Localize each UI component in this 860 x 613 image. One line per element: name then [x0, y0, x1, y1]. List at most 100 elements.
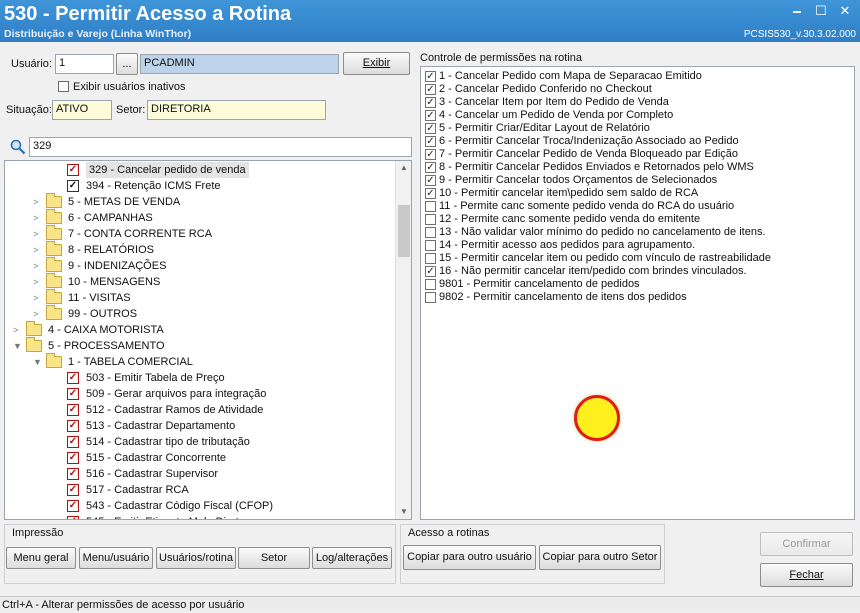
- folder-icon: [46, 289, 62, 304]
- tree-checkbox[interactable]: ✓: [67, 468, 79, 480]
- tree-item[interactable]: ✓ 513 - Cadastrar Departamento: [65, 418, 397, 434]
- fechar-button[interactable]: Fechar: [760, 563, 853, 587]
- expand-right-icon[interactable]: >: [33, 274, 43, 290]
- tree-item-label: 10 - MENSAGENS: [68, 276, 161, 288]
- tree-checkbox[interactable]: ✓: [67, 388, 79, 400]
- exibir-inativos-checkbox[interactable]: [58, 81, 69, 92]
- tree-checkbox[interactable]: ✓: [67, 500, 79, 512]
- tree-checkbox[interactable]: ✓: [67, 436, 79, 448]
- expand-right-icon[interactable]: >: [33, 194, 43, 210]
- copiar-setor-button[interactable]: Copiar para outro Setor: [539, 545, 661, 570]
- folder-icon: [46, 193, 62, 208]
- permission-checkbox[interactable]: ✓: [425, 84, 436, 95]
- tree-item[interactable]: ✓ 503 - Emitir Tabela de Preço: [65, 370, 397, 386]
- expand-right-icon[interactable]: >: [33, 226, 43, 242]
- minimize-icon[interactable]: 🗕: [786, 2, 808, 20]
- scroll-up-icon[interactable]: ▲: [396, 161, 411, 175]
- close-icon[interactable]: ✕: [834, 2, 856, 20]
- permission-checkbox[interactable]: ✓: [425, 162, 436, 173]
- menu-geral-button[interactable]: Menu geral: [6, 547, 76, 569]
- permission-checkbox[interactable]: [425, 240, 436, 251]
- tree-item[interactable]: ✓ 509 - Gerar arquivos para integração: [65, 386, 397, 402]
- status-bar: Ctrl+A - Alterar permissões de acesso po…: [0, 596, 860, 612]
- expand-right-icon[interactable]: >: [33, 290, 43, 306]
- folder-icon: [46, 241, 62, 256]
- expand-right-icon[interactable]: >: [33, 306, 43, 322]
- tree-item-label: 7 - CONTA CORRENTE RCA: [68, 228, 213, 240]
- confirmar-button[interactable]: Confirmar: [760, 532, 853, 556]
- tree-folder[interactable]: >9 - INDENIZAÇÕES: [33, 257, 397, 274]
- tree-checkbox[interactable]: ✓: [67, 164, 79, 176]
- menu-usuario-button[interactable]: Menu/usuário: [79, 547, 153, 569]
- setor-button[interactable]: Setor: [238, 547, 310, 569]
- copiar-usuario-button[interactable]: Copiar para outro usuário: [403, 545, 536, 570]
- situacao-field: ATIVO: [52, 100, 112, 120]
- tree-folder[interactable]: >5 - METAS DE VENDA: [33, 193, 397, 210]
- scroll-thumb[interactable]: [398, 205, 410, 257]
- tree-checkbox[interactable]: ✓: [67, 484, 79, 496]
- permission-checkbox[interactable]: ✓: [425, 97, 436, 108]
- maximize-icon[interactable]: ☐: [810, 2, 832, 20]
- log-alteracoes-button[interactable]: Log/alterações: [312, 547, 392, 569]
- permission-checkbox[interactable]: [425, 292, 436, 303]
- permission-label: 9802 - Permitir cancelamento de itens do…: [439, 291, 687, 303]
- tree-scrollbar[interactable]: ▲ ▼: [395, 161, 411, 519]
- tree-folder[interactable]: >4 - CAIXA MOTORISTA: [13, 321, 397, 338]
- permission-label: 13 - Não validar valor mínimo do pedido …: [439, 226, 766, 238]
- tree-item[interactable]: ✓ 543 - Cadastrar Código Fiscal (CFOP): [65, 498, 397, 514]
- permission-checkbox[interactable]: ✓: [425, 123, 436, 134]
- tree-item[interactable]: ✓ 514 - Cadastrar tipo de tributação: [65, 434, 397, 450]
- tree-checkbox[interactable]: ✓: [67, 404, 79, 416]
- expand-down-icon[interactable]: ▼: [33, 354, 43, 370]
- tree-checkbox[interactable]: ✓: [67, 452, 79, 464]
- tree-item[interactable]: ✓ 517 - Cadastrar RCA: [65, 482, 397, 498]
- search-input[interactable]: 329: [29, 137, 412, 157]
- tree-checkbox[interactable]: ✓: [67, 180, 79, 192]
- tree-item[interactable]: ✓ 545 - Emitir Etiqueta Mala Direta: [65, 514, 397, 519]
- tree-folder[interactable]: ▼ 5 - PROCESSAMENTO: [13, 337, 397, 354]
- permission-checkbox[interactable]: ✓: [425, 266, 436, 277]
- tree-item-label: 512 - Cadastrar Ramos de Atividade: [86, 404, 264, 416]
- permission-checkbox[interactable]: [425, 201, 436, 212]
- expand-right-icon[interactable]: >: [33, 242, 43, 258]
- tree-folder[interactable]: >6 - CAMPANHAS: [33, 209, 397, 226]
- permission-checkbox[interactable]: [425, 214, 436, 225]
- tree-item-label: 509 - Gerar arquivos para integração: [86, 388, 267, 400]
- permission-checkbox[interactable]: [425, 279, 436, 290]
- permission-label: 14 - Permitir acesso aos pedidos para ag…: [439, 239, 696, 251]
- tree-item[interactable]: ✓ 516 - Cadastrar Supervisor: [65, 466, 397, 482]
- exibir-button[interactable]: Exibir: [343, 52, 410, 75]
- permission-checkbox[interactable]: [425, 253, 436, 264]
- tree-checkbox[interactable]: ✓: [67, 420, 79, 432]
- tree-folder[interactable]: >7 - CONTA CORRENTE RCA: [33, 225, 397, 242]
- user-lookup-button[interactable]: ...: [116, 53, 138, 75]
- expand-down-icon[interactable]: ▼: [13, 338, 23, 354]
- usuarios-rotina-button[interactable]: Usuários/rotina: [156, 547, 236, 569]
- permission-checkbox[interactable]: ✓: [425, 149, 436, 160]
- permission-checkbox[interactable]: [425, 227, 436, 238]
- tree-item[interactable]: ✓ 394 - Retenção ICMS Frete: [65, 178, 397, 194]
- permission-checkbox[interactable]: ✓: [425, 175, 436, 186]
- expand-right-icon[interactable]: >: [13, 322, 23, 338]
- permission-checkbox[interactable]: ✓: [425, 110, 436, 121]
- tree-item[interactable]: ✓ 515 - Cadastrar Concorrente: [65, 450, 397, 466]
- tree-folder[interactable]: >8 - RELATÓRIOS: [33, 241, 397, 258]
- expand-right-icon[interactable]: >: [33, 258, 43, 274]
- scroll-down-icon[interactable]: ▼: [396, 505, 411, 519]
- tree-item[interactable]: ✓ 329 - Cancelar pedido de venda: [65, 162, 397, 178]
- permission-checkbox[interactable]: ✓: [425, 136, 436, 147]
- tree-item-label: 329 - Cancelar pedido de venda: [86, 162, 249, 178]
- permission-checkbox[interactable]: ✓: [425, 188, 436, 199]
- tree-item-label: 4 - CAIXA MOTORISTA: [48, 324, 164, 336]
- tree-checkbox[interactable]: ✓: [67, 372, 79, 384]
- tree-checkbox[interactable]: ✓: [67, 516, 79, 519]
- permission-checkbox[interactable]: ✓: [425, 71, 436, 82]
- tree-folder[interactable]: ▼ 1 - TABELA COMERCIAL: [33, 353, 397, 370]
- tree-folder[interactable]: >11 - VISITAS: [33, 289, 397, 306]
- expand-right-icon[interactable]: >: [33, 210, 43, 226]
- tree-folder[interactable]: >10 - MENSAGENS: [33, 273, 397, 290]
- tree-item-label: 5 - METAS DE VENDA: [68, 196, 181, 208]
- tree-item[interactable]: ✓ 512 - Cadastrar Ramos de Atividade: [65, 402, 397, 418]
- tree-folder[interactable]: >99 - OUTROS: [33, 305, 397, 322]
- usuario-code-input[interactable]: 1: [55, 54, 114, 74]
